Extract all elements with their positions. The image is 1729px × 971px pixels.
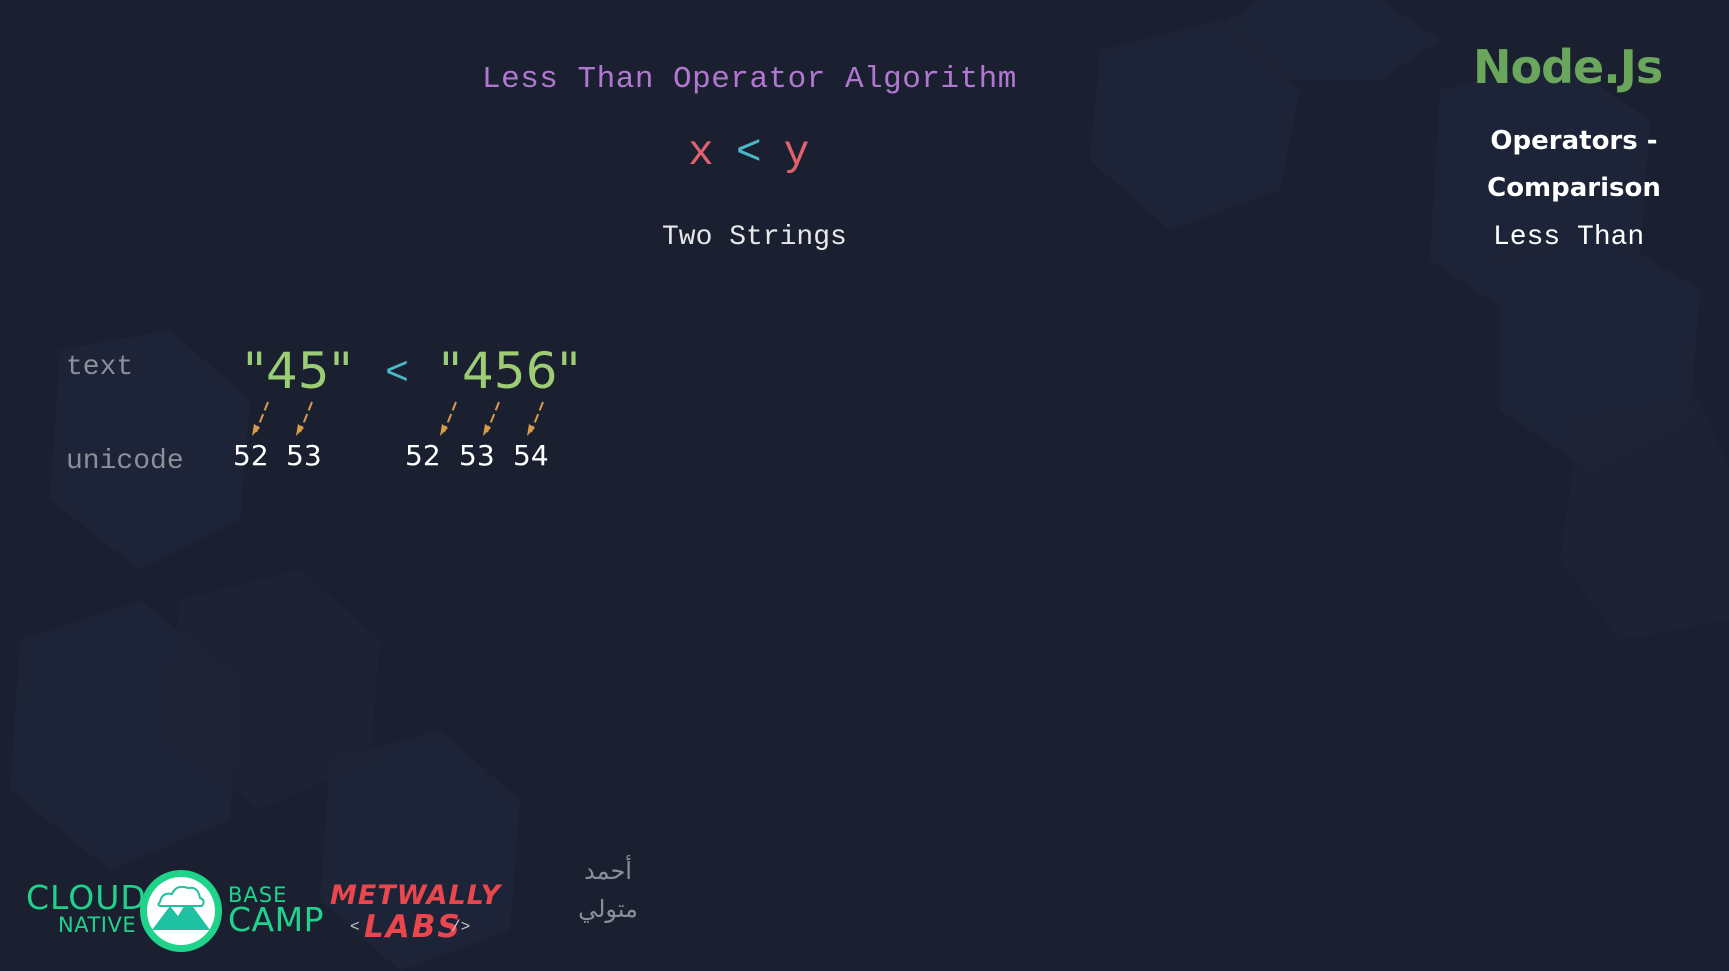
labs-open-bracket: < [350, 918, 360, 936]
logo-camp-text: CAMP [228, 900, 324, 939]
logo-metwally-text: METWALLY [330, 880, 502, 911]
less-than-operator: < [735, 128, 762, 177]
arabic-line-1: أحمد [584, 857, 632, 885]
slide-subtitle: Two Strings [662, 222, 847, 253]
right-code-3: 54 [513, 439, 549, 472]
row-label-text: text [66, 352, 134, 383]
expression: x < y [688, 128, 809, 177]
logo-native-text: NATIVE [58, 913, 137, 937]
mountain-cloud-logo-icon [140, 870, 222, 952]
arabic-signature-logo: أحمد متولي [578, 852, 638, 928]
left-code-1: 52 [233, 439, 269, 472]
topic-heading: Operators - Comparison [1470, 118, 1678, 212]
subtopic-label: Less Than [1493, 222, 1645, 253]
brand-title: Node.Js [1473, 40, 1663, 94]
slide-title: Less Than Operator Algorithm [482, 62, 1017, 97]
operand-x: x [688, 128, 714, 177]
left-string: "45" [243, 342, 353, 400]
labs-close-bracket: /> [451, 918, 471, 936]
right-code-2: 53 [459, 439, 495, 472]
logo-cloud-text: CLOUD [26, 878, 147, 917]
operand-y: y [783, 128, 810, 177]
topic-line-2: Comparison [1487, 173, 1661, 203]
right-string: "456" [439, 342, 581, 400]
arabic-line-2: متولي [578, 895, 638, 923]
row-label-unicode: unicode [66, 446, 184, 477]
logo-labs-text: LABS [364, 909, 462, 945]
topic-line-1: Operators - [1490, 126, 1658, 156]
compare-operator: < [385, 352, 410, 397]
right-code-1: 52 [405, 439, 441, 472]
left-code-2: 53 [286, 439, 322, 472]
